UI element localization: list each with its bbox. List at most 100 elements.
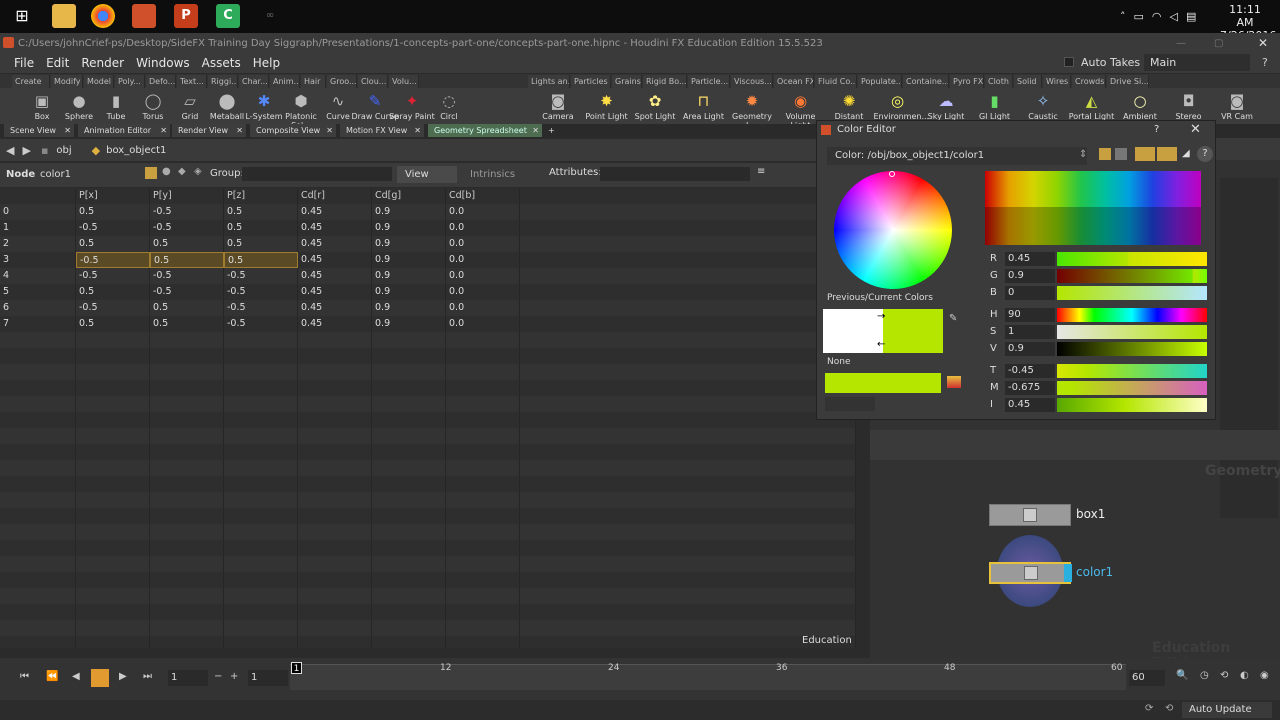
minimize-icon[interactable]: — — [1176, 38, 1186, 49]
table-cell[interactable] — [520, 220, 856, 236]
slider-h[interactable] — [1057, 308, 1207, 322]
menu-help[interactable]: Help — [247, 56, 286, 70]
timeline-bar[interactable] — [290, 664, 1126, 690]
menu-render[interactable]: Render — [75, 56, 130, 70]
shelf-tab[interactable]: Riggi... — [208, 75, 238, 88]
table-cell[interactable]: 5 — [0, 284, 76, 300]
table-cell[interactable]: 3 — [0, 252, 76, 268]
slider-value-g[interactable]: 0.9 — [1005, 269, 1055, 283]
shelf-tab[interactable]: Rigid Bo... — [643, 75, 687, 88]
shelf-tab[interactable]: Text... — [177, 75, 207, 88]
shelf-tab[interactable]: Fluid Co... — [815, 75, 857, 88]
table-cell[interactable]: 0.9 — [372, 284, 446, 300]
slider-value-t[interactable]: -0.45 — [1005, 364, 1055, 378]
slider-value-v[interactable]: 0.9 — [1005, 342, 1055, 356]
table-cell[interactable]: 0.0 — [446, 220, 520, 236]
volume-icon[interactable]: ◁ — [1170, 10, 1178, 23]
table-cell[interactable]: 0.0 — [446, 236, 520, 252]
palette-icon[interactable] — [1099, 148, 1111, 160]
table-cell[interactable]: 0.5 — [150, 316, 224, 332]
shelf-tab[interactable]: Poly... — [115, 75, 145, 88]
table-cell[interactable]: 1 — [0, 220, 76, 236]
table-cell[interactable]: 0.45 — [298, 284, 372, 300]
primitives-mode-icon[interactable]: ◆ — [178, 166, 186, 177]
tab-composite-view[interactable]: Composite View ✕ — [250, 124, 336, 137]
table-cell[interactable]: 0.45 — [298, 204, 372, 220]
slider-v[interactable] — [1057, 342, 1207, 356]
sync-icon[interactable]: ⟲ — [1165, 703, 1173, 714]
swatch-icon[interactable] — [1115, 148, 1127, 160]
slider-s[interactable] — [1057, 325, 1207, 339]
shelf-tab[interactable]: Drive Si... — [1107, 75, 1149, 88]
slider-value-m[interactable]: -0.675 — [1005, 381, 1055, 395]
jump-end-icon[interactable]: ⏭ — [143, 671, 152, 682]
node-color1[interactable] — [989, 562, 1072, 584]
table-cell[interactable] — [520, 300, 856, 316]
table-cell[interactable] — [520, 316, 856, 332]
table-cell[interactable]: 0.9 — [372, 204, 446, 220]
camtasia-icon[interactable]: C — [216, 4, 240, 28]
shelf-tool-area-light[interactable]: ⊓ Area Light — [680, 88, 728, 121]
tab-close-icon[interactable]: ✕ — [414, 124, 421, 137]
file-explorer-icon[interactable] — [52, 4, 76, 28]
column-header[interactable]: Cd[b] — [446, 188, 520, 204]
sliders-alt-icon[interactable] — [1157, 147, 1177, 161]
table-cell[interactable]: 0.45 — [298, 252, 372, 268]
slider-b[interactable] — [1057, 286, 1207, 300]
step-back-icon[interactable]: ⏪ — [46, 671, 58, 682]
table-cell[interactable]: 0.5 — [224, 236, 298, 252]
swatch-add-icon[interactable] — [947, 376, 961, 388]
shelf-tab[interactable]: Create — [12, 75, 50, 88]
tab-close-icon[interactable]: ✕ — [236, 124, 243, 137]
tab-close-icon[interactable]: ✕ — [64, 124, 71, 137]
table-cell[interactable]: 0.45 — [298, 316, 372, 332]
end-frame-input[interactable]: 60 — [1129, 670, 1165, 686]
table-cell[interactable]: 0.45 — [298, 220, 372, 236]
display-flag[interactable] — [1064, 564, 1072, 582]
detail-mode-icon[interactable]: ◈ — [194, 166, 202, 177]
table-cell[interactable]: 0.5 — [150, 252, 224, 268]
table-cell[interactable]: 0.45 — [298, 268, 372, 284]
table-cell[interactable]: -0.5 — [76, 300, 150, 316]
menu-assets[interactable]: Assets — [196, 56, 247, 70]
help-icon[interactable]: ? — [1154, 124, 1159, 135]
table-cell[interactable]: -0.5 — [76, 252, 150, 268]
column-header[interactable]: P[z] — [224, 188, 298, 204]
table-cell[interactable]: 0.5 — [224, 204, 298, 220]
auto-update-button[interactable]: Auto Update — [1182, 702, 1272, 718]
tab-scene-view[interactable]: Scene View ✕ — [4, 124, 74, 137]
table-cell[interactable]: 0.9 — [372, 220, 446, 236]
frame-marker[interactable]: 1 — [291, 662, 302, 674]
shelf-tab[interactable]: Anim... — [270, 75, 300, 88]
slider-value-h[interactable]: 90 — [1005, 308, 1055, 322]
slider-g[interactable] — [1057, 269, 1207, 283]
shelf-tab[interactable]: Ocean FX — [774, 75, 814, 88]
table-cell[interactable] — [520, 204, 856, 220]
update-icon[interactable]: ⟳ — [1145, 703, 1153, 714]
current-frame-input[interactable]: 1 — [168, 670, 208, 686]
shelf-tab[interactable]: Grains — [612, 75, 642, 88]
table-cell[interactable]: 0.45 — [298, 236, 372, 252]
table-cell[interactable]: 0.5 — [224, 220, 298, 236]
options-icon[interactable]: ◉ — [1260, 670, 1269, 681]
color-wheel-handle[interactable] — [889, 171, 895, 177]
plus-icon[interactable]: + — [230, 671, 238, 682]
menu-file[interactable]: File — [8, 56, 40, 70]
group-input[interactable] — [242, 167, 392, 181]
wifi-icon[interactable]: ◠ — [1152, 10, 1162, 23]
table-cell[interactable]: -0.5 — [224, 268, 298, 284]
shelf-tool-environment-light[interactable]: ◎ Environmen... — [874, 88, 930, 121]
table-cell[interactable]: -0.5 — [76, 268, 150, 284]
path-root[interactable]: obj — [56, 145, 71, 156]
swatch-input[interactable] — [825, 397, 875, 411]
shelf-tool-sky-light[interactable]: ☁ Sky Light — [922, 88, 970, 121]
realtime-icon[interactable]: ◷ — [1200, 670, 1209, 681]
tab-motion-fx-view[interactable]: Motion FX View ✕ — [340, 124, 424, 137]
slider-value-i[interactable]: 0.45 — [1005, 398, 1055, 412]
table-cell[interactable]: 0.0 — [446, 284, 520, 300]
shelf-tab[interactable]: Defo... — [146, 75, 176, 88]
table-cell[interactable]: 0.0 — [446, 204, 520, 220]
shelf-tool-spot-light[interactable]: ✿ Spot Light — [631, 88, 679, 121]
shelf-tool-camera[interactable]: ◙ Camera — [534, 88, 582, 121]
path-node[interactable]: box_object1 — [106, 145, 166, 156]
